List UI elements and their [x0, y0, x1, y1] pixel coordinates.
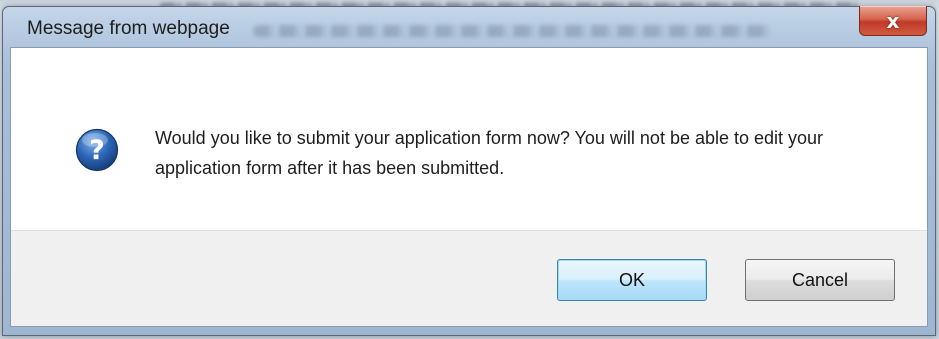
dialog-message: Would you like to submit your applicatio… [155, 128, 824, 178]
svg-text:?: ? [89, 135, 105, 166]
close-icon: x [886, 8, 900, 33]
title-bar-glass [253, 25, 773, 37]
cancel-button[interactable]: Cancel [745, 259, 895, 301]
ok-button[interactable]: OK [557, 259, 707, 301]
question-icon: ? [75, 128, 119, 172]
dialog-title: Message from webpage [27, 18, 230, 39]
close-button[interactable]: x [859, 6, 927, 36]
message-dialog: Message from webpage x ? Would you like … [2, 6, 936, 336]
button-bar: OK Cancel [11, 230, 927, 326]
dialog-body: ? Would you like to submit your applicat… [10, 47, 928, 327]
message-area: ? Would you like to submit your applicat… [11, 48, 927, 230]
title-bar[interactable]: Message from webpage x [3, 6, 935, 47]
